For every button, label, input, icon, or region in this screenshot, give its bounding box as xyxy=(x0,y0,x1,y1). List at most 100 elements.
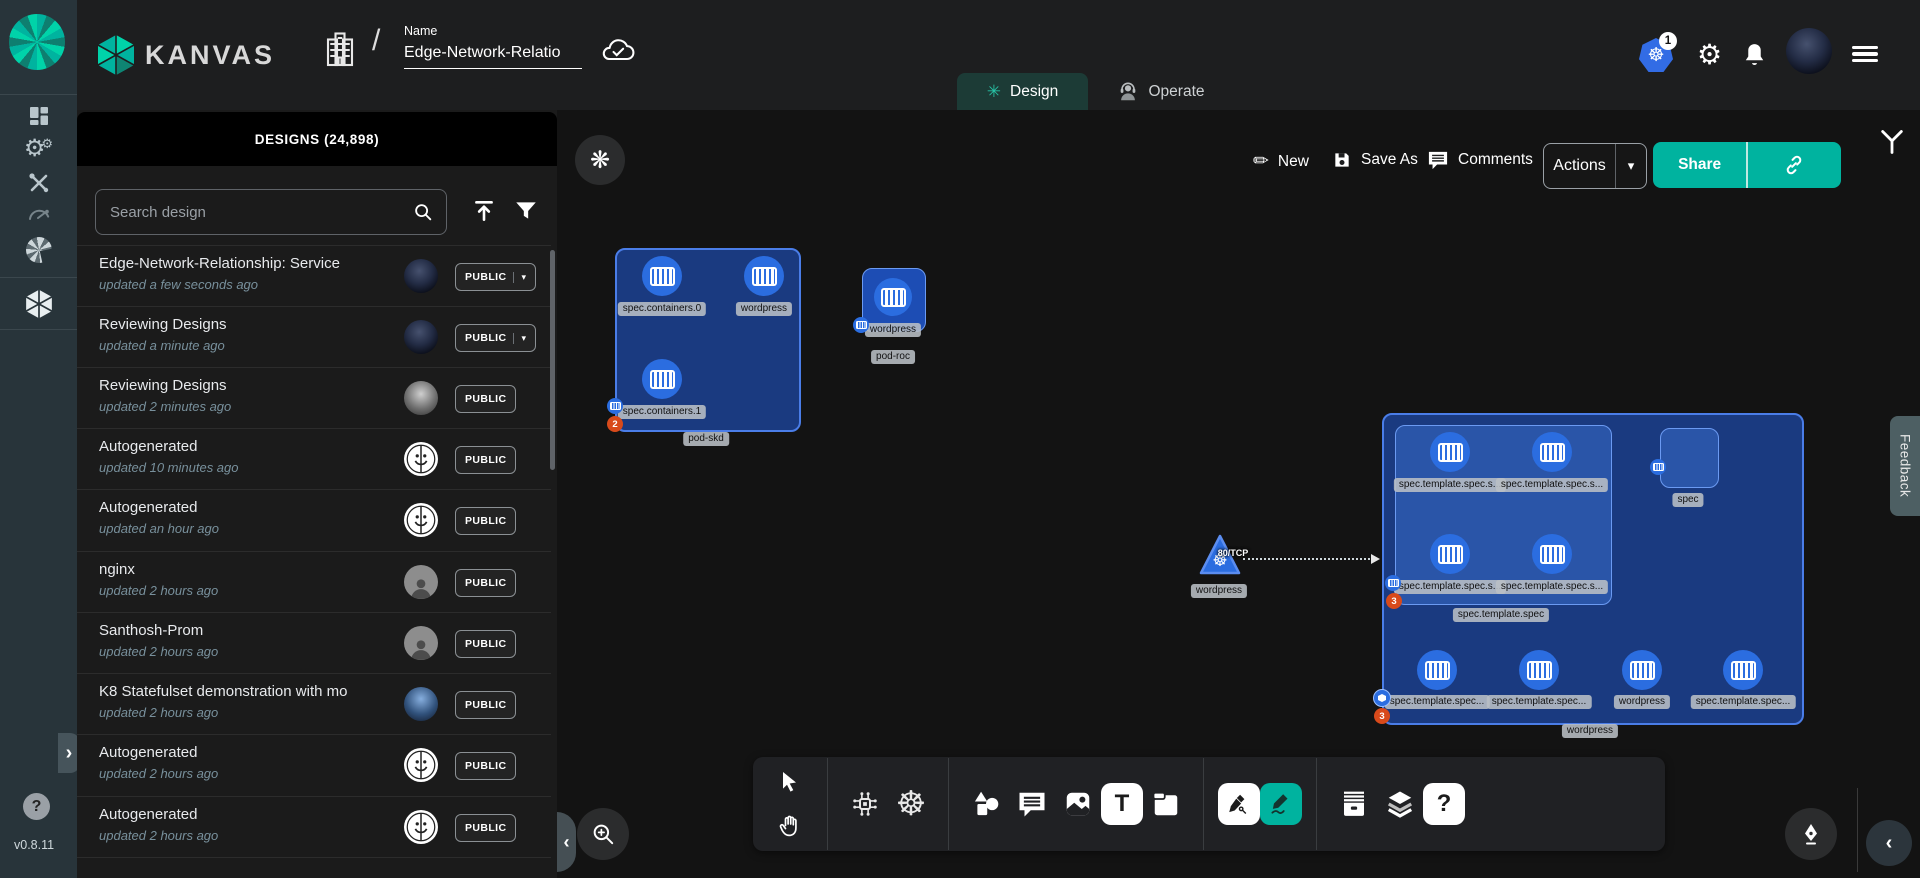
visibility-badge[interactable]: PUBLIC xyxy=(455,507,516,535)
panel-scrollbar[interactable] xyxy=(550,250,555,470)
node-pod-1[interactable] xyxy=(1519,650,1559,690)
settings-gear-icon[interactable]: ⚙ xyxy=(1697,38,1722,71)
comments-icon xyxy=(1427,150,1449,170)
container-icon xyxy=(1438,443,1463,462)
organization-icon[interactable] xyxy=(322,30,358,70)
actions-caret-icon[interactable]: ▾ xyxy=(1616,158,1646,174)
node-template-container-0[interactable] xyxy=(1430,432,1470,472)
import-design-icon[interactable] xyxy=(471,198,497,224)
comment-tool[interactable] xyxy=(1009,781,1055,827)
search-icon[interactable] xyxy=(412,201,434,223)
error-count-badge[interactable]: 3 xyxy=(1374,708,1390,724)
node-container-wordpress[interactable] xyxy=(744,256,784,296)
visibility-badge[interactable]: PUBLIC xyxy=(455,752,516,780)
drawer-tool[interactable] xyxy=(1331,781,1377,827)
pen-tool[interactable] xyxy=(1218,783,1260,825)
node-template-container-1[interactable] xyxy=(1532,432,1572,472)
toolbar-help-button[interactable]: ? xyxy=(1423,783,1465,825)
comments-button[interactable]: Comments xyxy=(1427,150,1533,170)
visibility-badge[interactable]: PUBLIC xyxy=(455,691,516,719)
sidebar-item-performance[interactable] xyxy=(0,203,77,225)
cluster-snapshot-button[interactable]: ❋ xyxy=(575,135,625,185)
actions-split-button[interactable]: Actions ▾ xyxy=(1543,143,1647,189)
sidebar-item-extensions[interactable] xyxy=(0,237,77,263)
visibility-select[interactable]: PUBLIC ▾ xyxy=(455,263,536,291)
pod-badge-icon[interactable] xyxy=(607,398,623,414)
node-spec[interactable] xyxy=(1660,428,1719,488)
components-tool[interactable] xyxy=(842,781,888,827)
node-spec-template-spec[interactable] xyxy=(1395,425,1612,605)
text-tool[interactable]: T xyxy=(1101,783,1143,825)
tab-operate[interactable]: Operate xyxy=(1092,73,1230,110)
help-icon: ? xyxy=(32,798,42,816)
node-pod-2[interactable] xyxy=(1622,650,1662,690)
workflow-y-icon[interactable] xyxy=(1878,128,1906,156)
error-count-badge[interactable]: 2 xyxy=(607,416,623,432)
edge-service-to-deployment[interactable] xyxy=(1243,558,1378,560)
share-split-button[interactable]: Share xyxy=(1653,142,1841,188)
notifications-bell-icon[interactable] xyxy=(1742,42,1767,69)
pod-badge-icon[interactable] xyxy=(853,317,869,333)
design-list-item[interactable]: nginx updated 2 hours ago PUBLIC xyxy=(77,551,551,613)
user-avatar[interactable] xyxy=(1786,28,1832,74)
sidebar-item-configuration[interactable] xyxy=(0,171,77,195)
pod-badge-icon[interactable] xyxy=(1385,575,1401,591)
design-title: Autogenerated xyxy=(99,744,197,761)
node-container-spec-containers-1[interactable] xyxy=(642,359,682,399)
design-title: nginx xyxy=(99,561,135,578)
collapse-panel-button[interactable]: ‹ xyxy=(557,812,576,872)
freehand-draw-tool[interactable] xyxy=(1260,783,1302,825)
visibility-badge[interactable]: PUBLIC xyxy=(455,385,516,413)
visibility-badge[interactable]: PUBLIC xyxy=(455,814,516,842)
kubernetes-tool[interactable]: ☸ xyxy=(888,781,934,827)
design-list-item[interactable]: Edge-Network-Relationship: Service updat… xyxy=(77,245,551,307)
node-container-wordpress-2[interactable] xyxy=(874,278,912,316)
pod-badge-icon[interactable] xyxy=(1650,459,1666,475)
k8s-context-switcher[interactable]: ☸ 1 xyxy=(1639,38,1673,72)
node-template-container-2[interactable] xyxy=(1430,534,1470,574)
kanvas-app: KANVAS / Name ✳ Design Operate ☸ 1 ⚙ xyxy=(0,0,1920,878)
design-list-item[interactable]: K8 Statefulset demonstration with mo upd… xyxy=(77,673,551,735)
pan-hand-tool[interactable] xyxy=(767,808,813,844)
design-list-item[interactable]: Reviewing Designs updated a minute ago P… xyxy=(77,306,551,368)
node-pod-3[interactable] xyxy=(1723,650,1763,690)
design-search-input[interactable] xyxy=(96,204,412,221)
node-container-spec-containers-0[interactable] xyxy=(642,256,682,296)
design-list-item[interactable]: Reviewing Designs updated 2 minutes ago … xyxy=(77,367,551,429)
save-as-button[interactable]: Save As xyxy=(1332,150,1418,170)
container-icon xyxy=(752,267,777,286)
node-pod-0[interactable] xyxy=(1417,650,1457,690)
sidebar-item-kanvas[interactable] xyxy=(0,289,77,319)
select-cursor-tool[interactable] xyxy=(767,764,813,800)
zoom-in-button[interactable] xyxy=(577,808,629,860)
sidebar-item-lifecycle[interactable]: ⚙ ⚙ xyxy=(0,137,77,161)
design-list-item[interactable]: Autogenerated updated 2 hours ago PUBLIC xyxy=(77,734,551,796)
feedback-tab[interactable]: Feedback xyxy=(1890,416,1920,516)
menu-hamburger-icon[interactable] xyxy=(1852,42,1878,66)
image-tool[interactable] xyxy=(1055,781,1101,827)
collapse-right-dock-button[interactable]: ‹ xyxy=(1866,820,1912,866)
note-tool[interactable] xyxy=(1143,781,1189,827)
meshery-logo[interactable] xyxy=(9,14,65,70)
layers-tool[interactable] xyxy=(1377,781,1423,827)
design-list-item[interactable]: Autogenerated updated 10 minutes ago PUB… xyxy=(77,428,551,490)
visibility-badge[interactable]: PUBLIC xyxy=(455,630,516,658)
copy-link-button[interactable] xyxy=(1748,154,1841,176)
visibility-select[interactable]: PUBLIC ▾ xyxy=(455,324,536,352)
tab-design[interactable]: ✳ Design xyxy=(957,73,1088,110)
shapes-tool[interactable] xyxy=(963,781,1009,827)
sidebar-item-dashboard[interactable] xyxy=(0,104,77,128)
annotation-pen-button[interactable] xyxy=(1785,808,1837,860)
design-name-input[interactable] xyxy=(404,44,582,69)
visibility-badge[interactable]: PUBLIC xyxy=(455,569,516,597)
design-list-item[interactable]: Autogenerated updated an hour ago PUBLIC xyxy=(77,489,551,551)
design-list-item[interactable]: Autogenerated updated 2 hours ago PUBLIC xyxy=(77,796,551,858)
design-list-item[interactable]: Santhosh-Prom updated 2 hours ago PUBLIC xyxy=(77,612,551,674)
error-count-badge[interactable]: 3 xyxy=(1386,593,1402,609)
new-design-button[interactable]: ✏ New xyxy=(1253,150,1309,173)
deployment-badge-icon[interactable] xyxy=(1373,689,1391,707)
visibility-badge[interactable]: PUBLIC xyxy=(455,446,516,474)
node-template-container-3[interactable] xyxy=(1532,534,1572,574)
help-button[interactable]: ? xyxy=(23,793,50,820)
filter-icon[interactable] xyxy=(513,198,539,224)
